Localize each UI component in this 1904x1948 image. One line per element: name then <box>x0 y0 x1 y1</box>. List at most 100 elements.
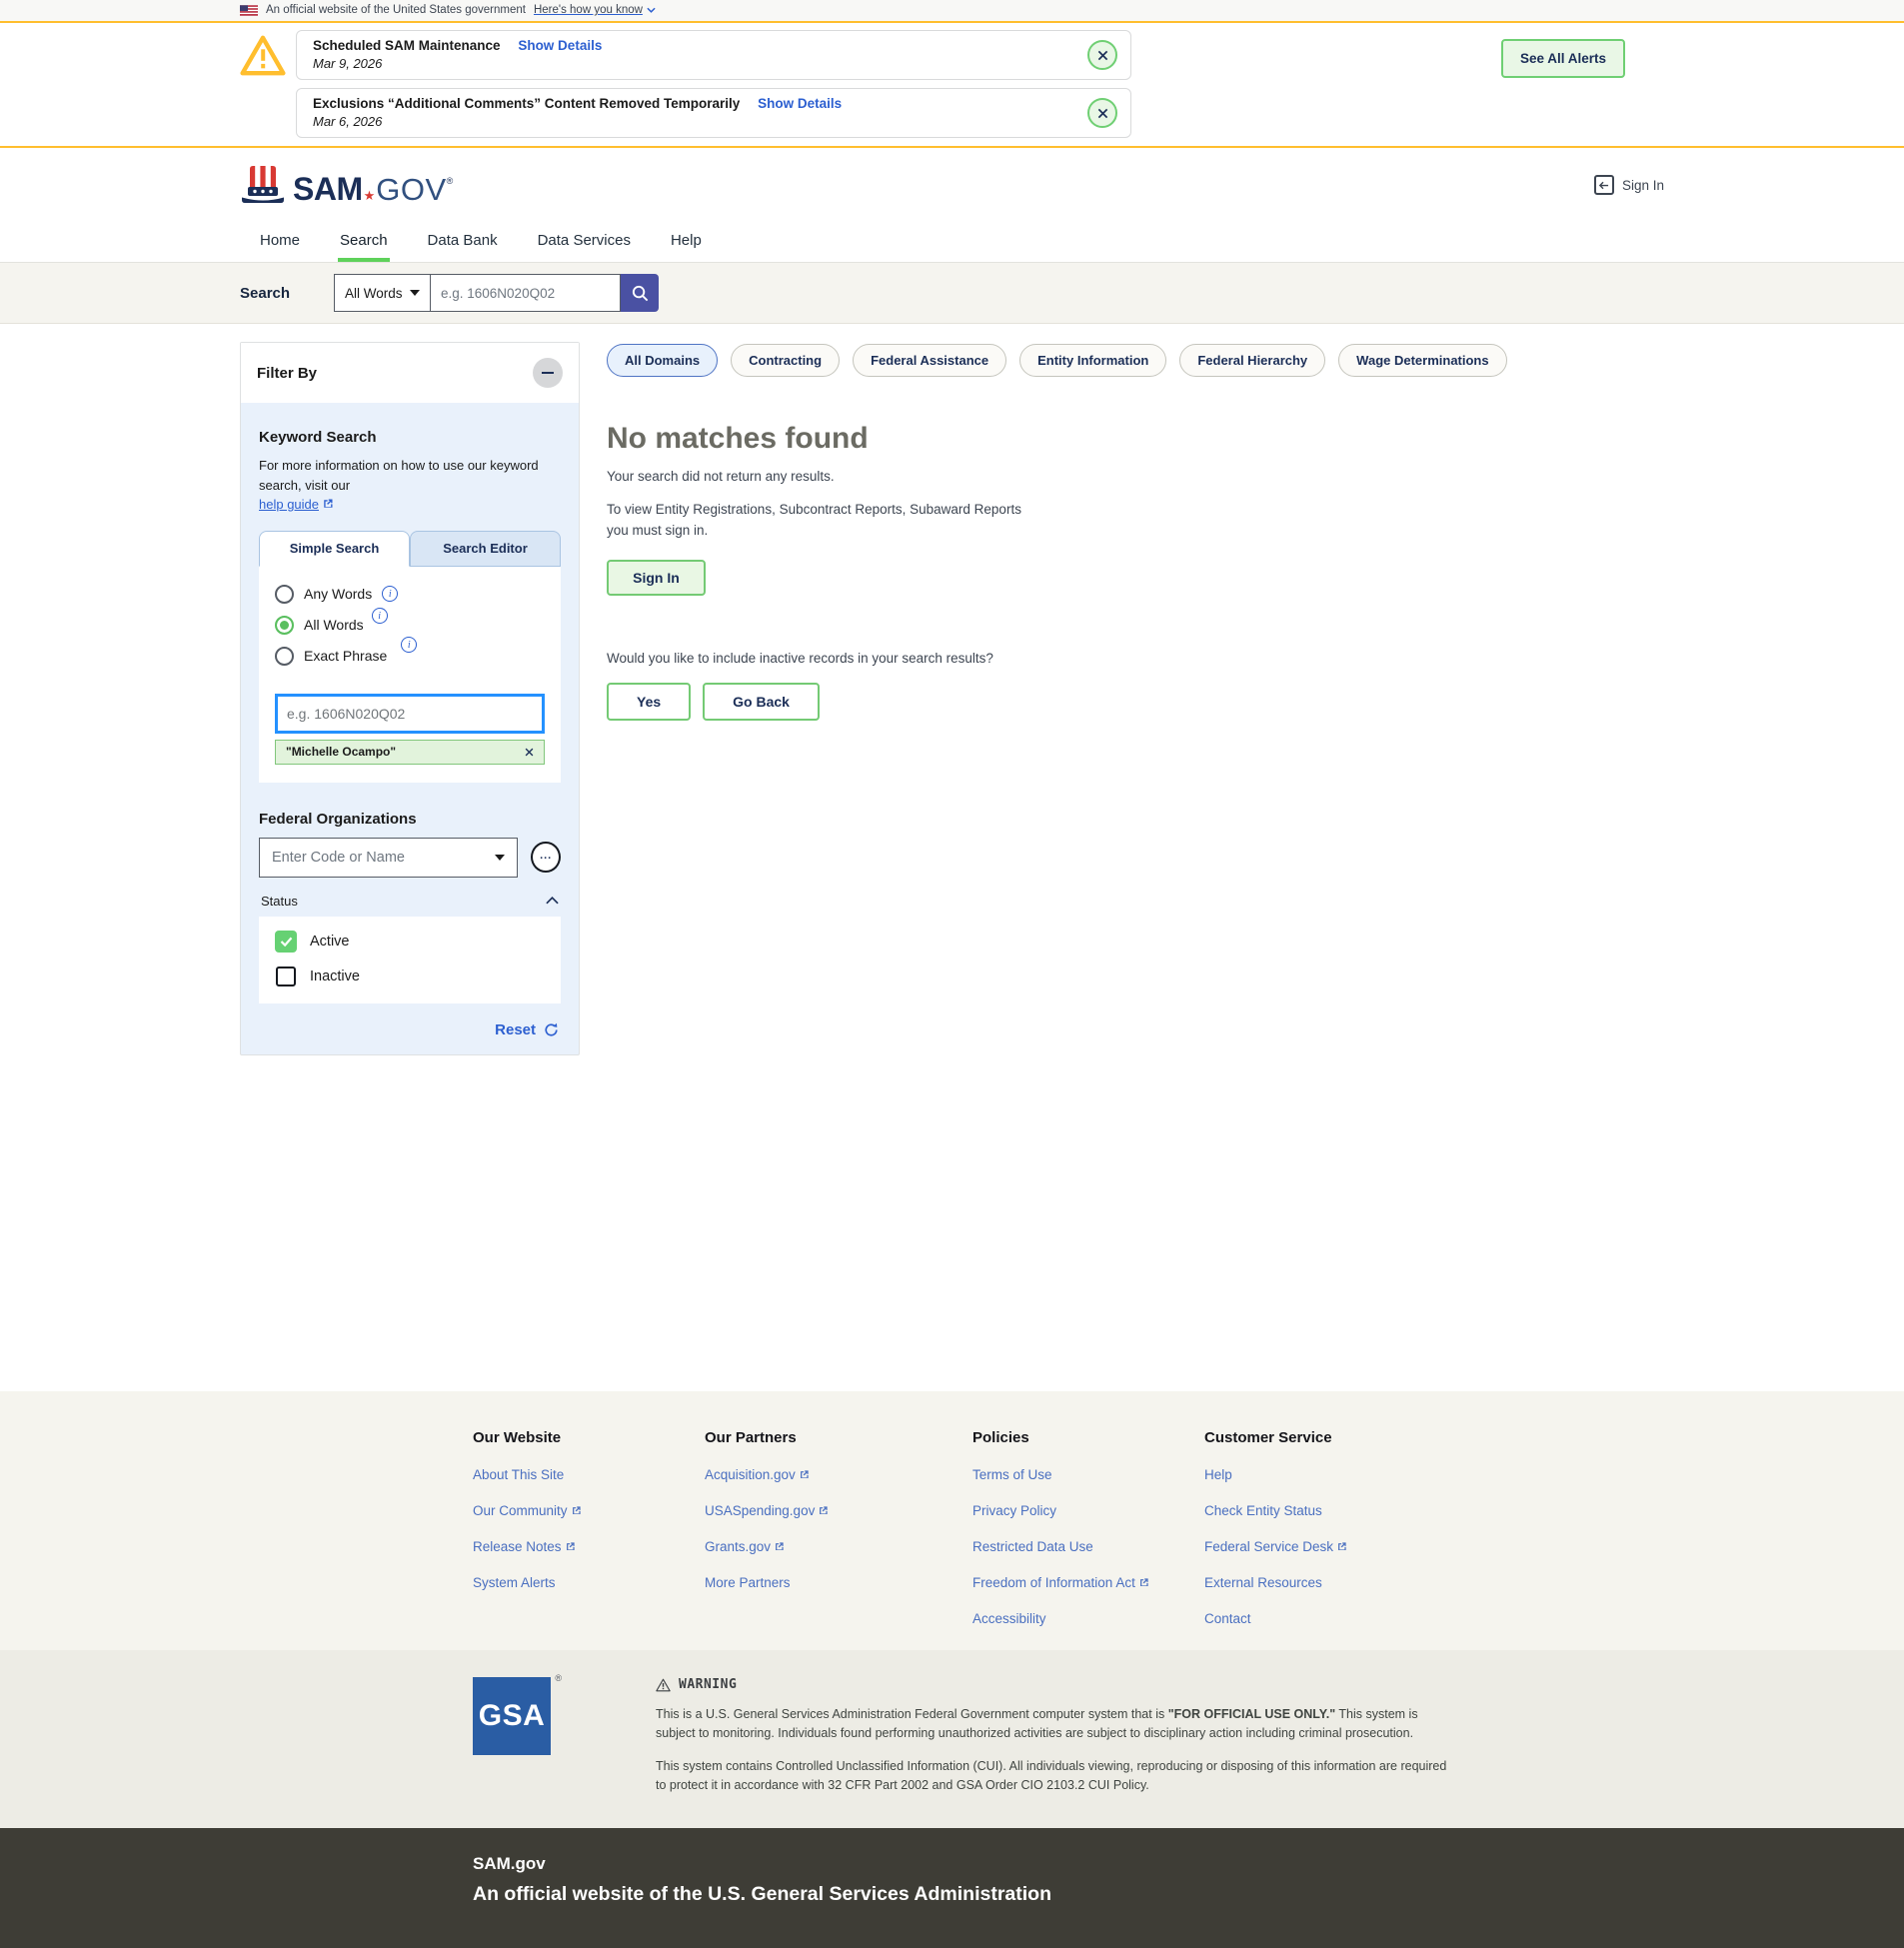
nav-item-data-services[interactable]: Data Services <box>536 222 633 262</box>
footer-link-grants-gov[interactable]: Grants.gov <box>705 1539 972 1554</box>
radio-exact-phrase[interactable] <box>275 647 294 666</box>
radio-any-words[interactable] <box>275 585 294 604</box>
footer-col-heading: Customer Service <box>1204 1429 1436 1446</box>
yes-button[interactable]: Yes <box>607 683 691 721</box>
check-icon <box>280 937 293 947</box>
results-sign-in-button[interactable]: Sign In <box>607 560 706 596</box>
keyword-search-input[interactable] <box>275 694 545 734</box>
sam-gov-logo[interactable]: SAM★GOV® <box>240 165 453 205</box>
footer-link-accessibility[interactable]: Accessibility <box>972 1611 1204 1626</box>
no-matches-title: No matches found <box>607 422 1664 456</box>
warning-p1-bold: "FOR OFFICIAL USE ONLY." <box>1168 1707 1335 1721</box>
alert-close-button[interactable] <box>1087 98 1117 128</box>
footer-link-contact[interactable]: Contact <box>1204 1611 1436 1626</box>
footer-link-label: USASpending.gov <box>705 1503 815 1518</box>
tab-simple-search[interactable]: Simple Search <box>259 531 410 567</box>
info-icon[interactable]: i <box>372 608 388 624</box>
chip-remove-button[interactable] <box>525 748 534 757</box>
help-guide-link[interactable]: help guide <box>259 497 334 512</box>
minus-icon <box>542 372 554 374</box>
external-link-icon <box>818 1505 829 1516</box>
how-you-know-label: Here's how you know <box>534 4 643 16</box>
domain-pill-contracting[interactable]: Contracting <box>731 344 840 377</box>
footer-link-check-entity-status[interactable]: Check Entity Status <box>1204 1503 1436 1518</box>
header-sign-in-link[interactable]: Sign In <box>1594 175 1664 195</box>
domain-pill-wage-determinations[interactable]: Wage Determinations <box>1338 344 1506 377</box>
reset-refresh-icon[interactable] <box>544 1022 559 1037</box>
footer-link-about-this-site[interactable]: About This Site <box>473 1467 705 1482</box>
chevron-up-icon[interactable] <box>546 897 559 905</box>
nav-item-home[interactable]: Home <box>258 222 302 262</box>
tab-search-editor[interactable]: Search Editor <box>410 531 561 567</box>
close-icon <box>1097 50 1108 61</box>
see-all-alerts-button[interactable]: See All Alerts <box>1501 39 1625 78</box>
footer-col-our-partners: Our Partners Acquisition.gov USASpending… <box>705 1429 972 1626</box>
footer-site-title: SAM.gov <box>473 1854 1664 1874</box>
alert-date: Mar 6, 2026 <box>313 114 1070 129</box>
alert-close-button[interactable] <box>1087 40 1117 70</box>
global-search-input[interactable] <box>431 274 621 312</box>
nav-item-search[interactable]: Search <box>338 222 390 262</box>
search-submit-button[interactable] <box>621 274 659 312</box>
checkbox-inactive-unchecked[interactable] <box>276 967 296 986</box>
filter-collapse-button[interactable] <box>533 358 563 388</box>
footer-link-release-notes[interactable]: Release Notes <box>473 1539 705 1554</box>
search-strip: Search All Words <box>0 263 1904 324</box>
footer-link-terms-of-use[interactable]: Terms of Use <box>972 1467 1204 1482</box>
search-mode-select[interactable]: All Words <box>334 274 431 312</box>
info-icon[interactable]: i <box>401 637 417 653</box>
radio-any-words-label: Any Words <box>304 586 372 602</box>
status-inactive-row[interactable]: Inactive <box>275 966 545 987</box>
reset-filters-link[interactable]: Reset <box>495 1021 536 1038</box>
checkbox-active-checked[interactable] <box>275 931 297 953</box>
footer-link-more-partners[interactable]: More Partners <box>705 1575 972 1590</box>
footer-identity-section: SAM.gov An official website of the U.S. … <box>0 1828 1904 1948</box>
footer-col-policies: Policies Terms of Use Privacy Policy Res… <box>972 1429 1204 1626</box>
gsa-registered-mark: ® <box>555 1673 562 1683</box>
domain-pill-federal-hierarchy[interactable]: Federal Hierarchy <box>1179 344 1325 377</box>
brand-sam: SAM <box>293 173 363 205</box>
nav-item-help[interactable]: Help <box>669 222 704 262</box>
footer-link-label: External Resources <box>1204 1575 1322 1590</box>
filter-by-title: Filter By <box>257 365 317 382</box>
footer-link-label: Our Community <box>473 1503 568 1518</box>
footer-col-customer-service: Customer Service Help Check Entity Statu… <box>1204 1429 1436 1626</box>
footer-link-restricted-data-use[interactable]: Restricted Data Use <box>972 1539 1204 1554</box>
help-guide-label: help guide <box>259 497 319 512</box>
footer-link-label: Federal Service Desk <box>1204 1539 1333 1554</box>
footer-link-external-resources[interactable]: External Resources <box>1204 1575 1436 1590</box>
domain-pill-entity-information[interactable]: Entity Information <box>1019 344 1166 377</box>
domain-pill-federal-assistance[interactable]: Federal Assistance <box>853 344 1006 377</box>
gsa-logo: GSA <box>473 1677 551 1755</box>
info-icon[interactable]: i <box>382 586 398 602</box>
how-you-know-link[interactable]: Here's how you know <box>534 4 656 16</box>
radio-all-words-label: All Words <box>304 617 364 633</box>
footer-link-label: Freedom of Information Act <box>972 1575 1135 1590</box>
footer-link-foia[interactable]: Freedom of Information Act <box>972 1575 1204 1590</box>
warning-p1-pre: This is a U.S. General Services Administ… <box>656 1707 1168 1721</box>
footer-link-help[interactable]: Help <box>1204 1467 1436 1482</box>
footer-link-usaspending-gov[interactable]: USASpending.gov <box>705 1503 972 1518</box>
domain-pill-all-domains[interactable]: All Domains <box>607 344 718 377</box>
footer-link-system-alerts[interactable]: System Alerts <box>473 1575 705 1590</box>
warning-small-icon <box>656 1678 671 1692</box>
brand-registered-mark: ® <box>447 177 454 186</box>
radio-all-words[interactable] <box>275 616 294 635</box>
footer-col-heading: Policies <box>972 1429 1204 1446</box>
alerts-section: Scheduled SAM Maintenance Show Details M… <box>0 23 1904 148</box>
status-section-label: Status <box>261 894 298 909</box>
federal-orgs-combobox[interactable]: Enter Code or Name <box>259 838 518 878</box>
footer-link-label: Restricted Data Use <box>972 1539 1093 1554</box>
footer-link-privacy-policy[interactable]: Privacy Policy <box>972 1503 1204 1518</box>
show-details-link[interactable]: Show Details <box>518 38 602 53</box>
status-active-row[interactable]: Active <box>275 931 545 953</box>
show-details-link[interactable]: Show Details <box>758 96 842 111</box>
go-back-button[interactable]: Go Back <box>703 683 820 721</box>
nav-item-data-bank[interactable]: Data Bank <box>426 222 500 262</box>
federal-orgs-more-button[interactable]: ... <box>531 842 561 873</box>
footer-link-federal-service-desk[interactable]: Federal Service Desk <box>1204 1539 1436 1554</box>
caret-down-icon <box>495 855 505 861</box>
footer-link-our-community[interactable]: Our Community <box>473 1503 705 1518</box>
keyword-desc-text: For more information on how to use our k… <box>259 458 539 493</box>
footer-link-acquisition-gov[interactable]: Acquisition.gov <box>705 1467 972 1482</box>
